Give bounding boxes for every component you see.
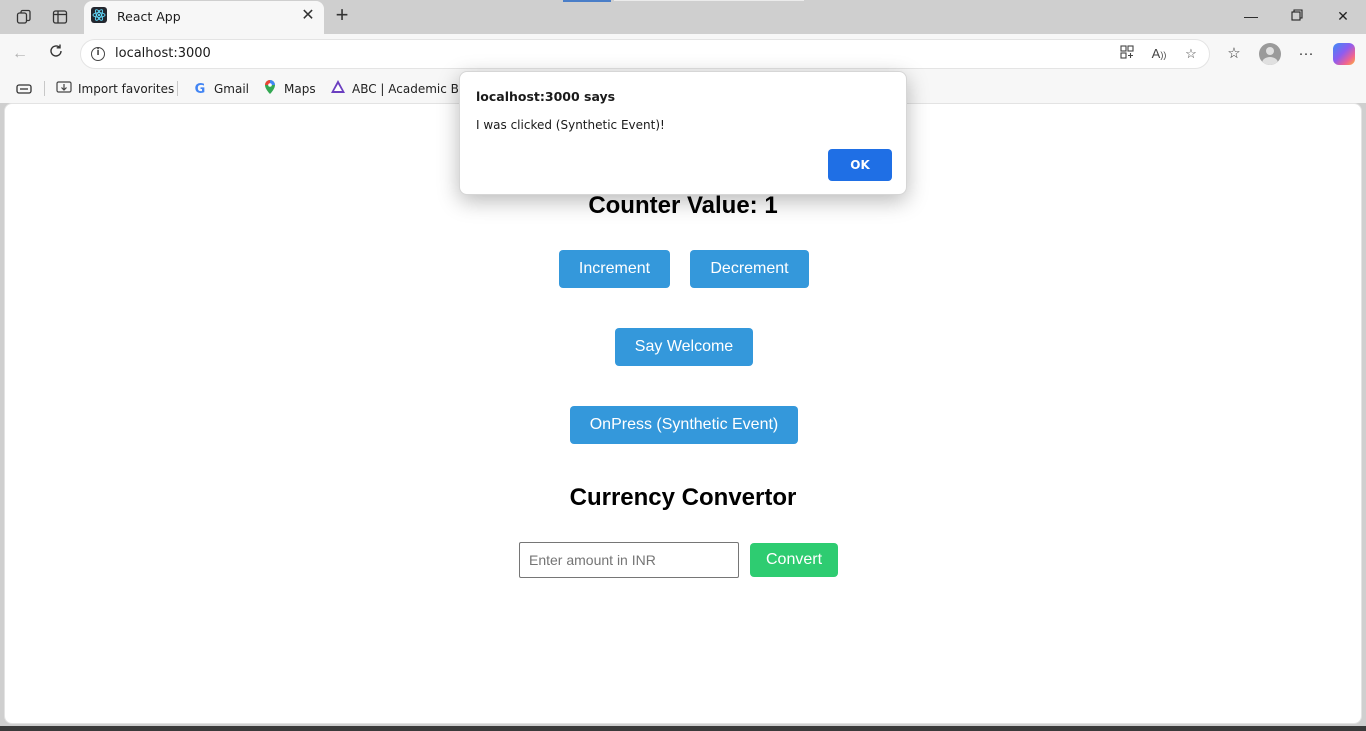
new-tab-plus-icon[interactable]: + [332, 4, 352, 26]
say-welcome-button[interactable]: Say Welcome [615, 328, 753, 366]
favorite-label: ABC | Academic Ban [352, 82, 474, 96]
favorites-divider [177, 81, 178, 96]
dialog-message: I was clicked (Synthetic Event)! [476, 118, 665, 132]
alert-dialog: localhost:3000 says I was clicked (Synth… [459, 71, 907, 195]
tab-strip-divider [614, 0, 804, 1]
dialog-ok-button[interactable]: OK [828, 149, 892, 181]
convert-button[interactable]: Convert [750, 543, 838, 577]
minimize-icon[interactable]: — [1241, 6, 1261, 26]
increment-button[interactable]: Increment [559, 250, 670, 288]
google-icon: G [194, 81, 206, 97]
inr-amount-input[interactable] [519, 542, 739, 578]
react-favicon-icon [91, 7, 107, 23]
taskbar-edge [0, 726, 1366, 731]
favorites-list-icon[interactable]: ☆ [1223, 43, 1245, 65]
abc-icon [330, 79, 346, 99]
favorites-divider [44, 81, 45, 96]
more-options-icon[interactable]: ··· [1295, 43, 1317, 65]
address-bar[interactable]: i localhost:3000 A)) ☆ [80, 39, 1210, 69]
address-url: localhost:3000 [115, 46, 211, 61]
maps-pin-icon [262, 79, 278, 99]
favorite-maps[interactable]: Maps [262, 80, 316, 98]
window-close-icon[interactable]: ✕ [1333, 6, 1353, 26]
browser-title-bar: React App ✕ + — ✕ [0, 0, 1366, 34]
favorite-gmail[interactable]: G Gmail [192, 80, 249, 98]
tab-strip-accent [563, 0, 611, 2]
vertical-tabs-icon[interactable] [49, 6, 71, 28]
currency-convertor-title: Currency Convertor [569, 484, 797, 511]
profile-avatar-icon[interactable] [1259, 43, 1281, 65]
read-aloud-icon[interactable]: A)) [1150, 45, 1168, 63]
dialog-title: localhost:3000 says [476, 89, 616, 104]
tab-title: React App [117, 9, 181, 24]
site-info-icon[interactable]: i [91, 47, 105, 61]
restore-icon[interactable] [1287, 6, 1307, 26]
onpress-synthetic-event-button[interactable]: OnPress (Synthetic Event) [570, 406, 798, 444]
favorite-label: Gmail [214, 82, 250, 96]
tab-close-icon[interactable]: ✕ [300, 7, 316, 25]
favorite-label: Import favorites [78, 82, 175, 96]
browser-toolbar: ← i localhost:3000 A)) ☆ ☆ ··· [0, 34, 1366, 74]
favorite-label: Maps [284, 82, 316, 96]
app-available-icon[interactable] [1118, 45, 1136, 63]
favorite-import-favorites[interactable]: Import favorites [56, 80, 174, 98]
favorite-star-icon[interactable]: ☆ [1182, 45, 1200, 63]
refresh-icon[interactable] [45, 43, 67, 65]
favorite-abc-academic-bank[interactable]: ABC | Academic Ban [330, 80, 474, 98]
tab-react-app[interactable]: React App ✕ [84, 1, 324, 34]
import-favorites-icon [56, 80, 72, 98]
copilot-icon[interactable] [1333, 43, 1355, 65]
page-viewport: React Events Examples Counter Value: 1 I… [4, 103, 1362, 724]
workspaces-icon[interactable] [13, 6, 35, 28]
counter-value: Counter Value: 1 [588, 192, 778, 219]
back-arrow-icon[interactable]: ← [9, 43, 31, 65]
collections-icon[interactable] [16, 80, 32, 98]
decrement-button[interactable]: Decrement [690, 250, 809, 288]
